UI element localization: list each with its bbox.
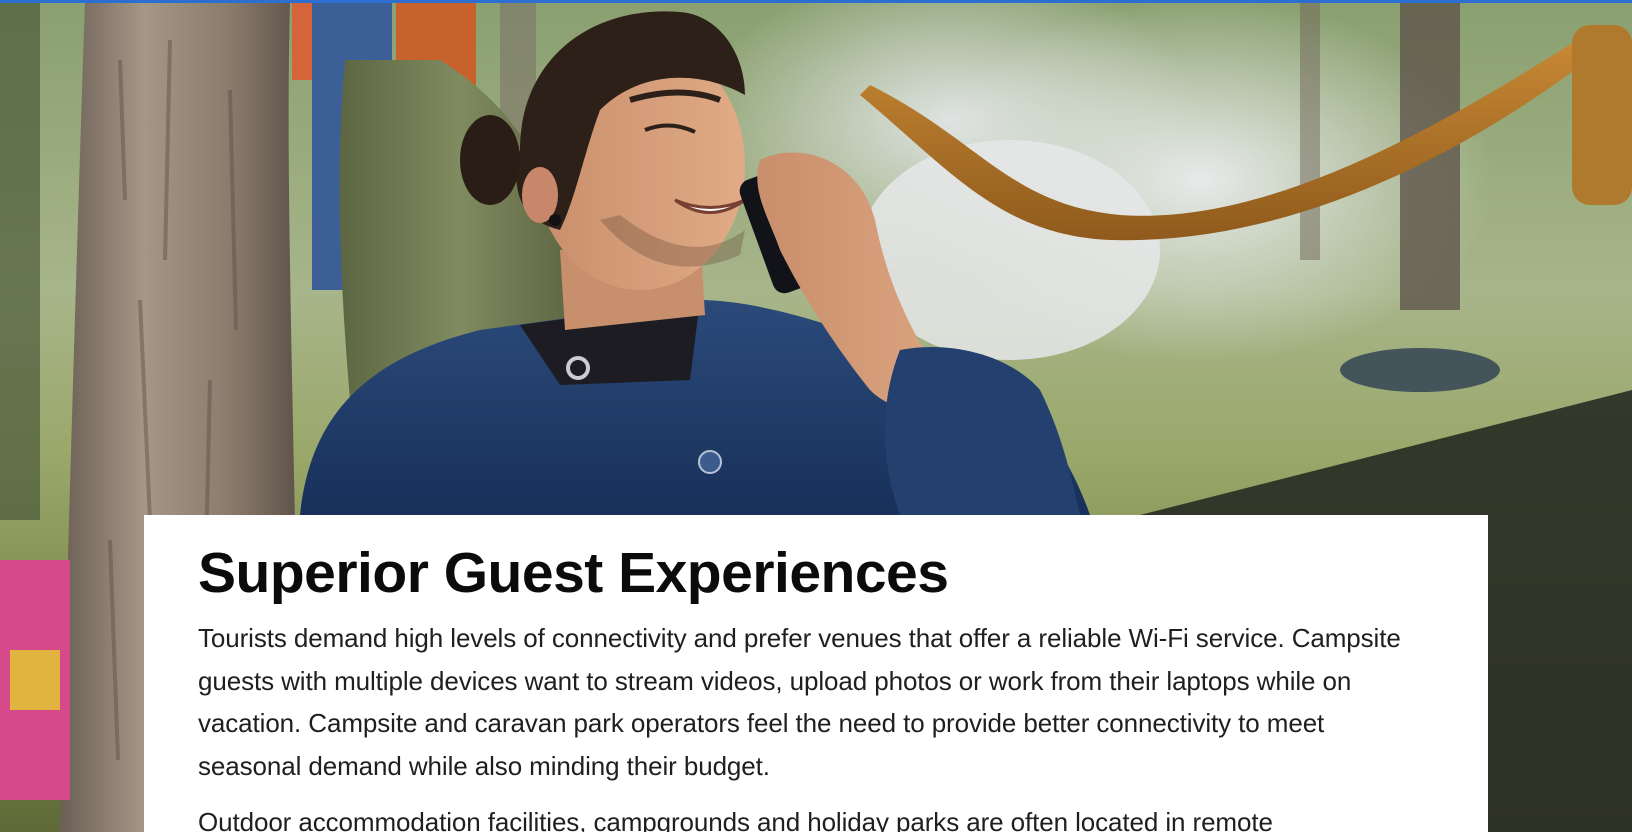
person-sleeve <box>885 346 1080 515</box>
bg-tree-far-right <box>1300 0 1320 260</box>
earring-icon <box>549 214 561 226</box>
orange-hammock-end <box>1572 25 1632 205</box>
intro-paragraph: Tourists demand high levels of connectiv… <box>198 623 1401 781</box>
second-paragraph: Outdoor accommodation facilities, campgr… <box>198 807 1273 832</box>
bg-mat <box>1340 348 1500 392</box>
bg-tree-left <box>0 0 40 520</box>
person-hair-bun <box>460 115 520 205</box>
hoodie-button <box>698 450 722 474</box>
content-card: Superior Guest Experiences Tourists dema… <box>144 515 1488 832</box>
section-headline: Superior Guest Experiences <box>198 541 949 605</box>
page: Superior Guest Experiences Tourists dema… <box>0 0 1632 832</box>
bg-blanket-yellow <box>10 650 60 710</box>
top-accent-bar <box>0 0 1632 3</box>
